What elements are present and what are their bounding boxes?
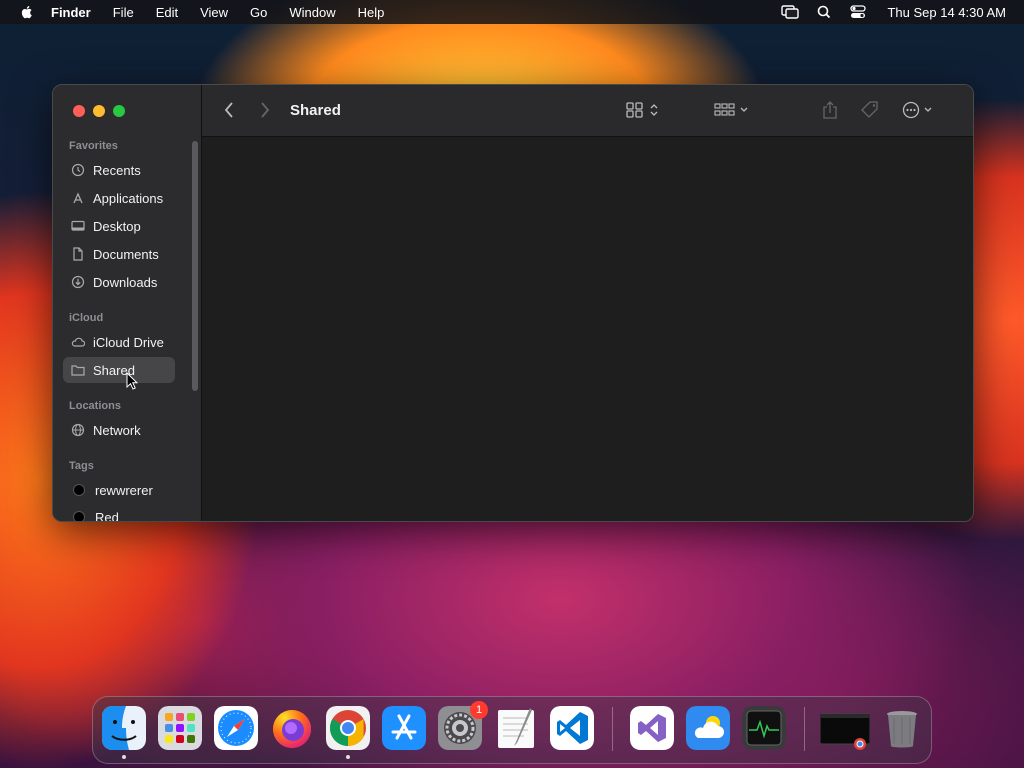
dock-textedit[interactable]	[494, 706, 538, 750]
document-icon	[73, 247, 83, 261]
download-icon	[71, 275, 85, 289]
menu-window[interactable]: Window	[289, 5, 335, 20]
sidebar-item-shared[interactable]: Shared	[63, 357, 175, 383]
cloud-icon	[71, 337, 85, 347]
sidebar-item-applications[interactable]: Applications	[63, 185, 175, 211]
desktop-icon	[71, 220, 85, 231]
sidebar-header-favorites: Favorites	[69, 140, 118, 152]
mouse-cursor-icon	[126, 372, 138, 390]
finder-window: Favorites Recents Applications Desktop D…	[52, 84, 974, 522]
sidebar-item-label: Recents	[93, 162, 141, 178]
activity-monitor-icon	[742, 706, 786, 750]
clock-icon	[71, 163, 85, 177]
sidebar-item-label: Desktop	[93, 218, 141, 234]
apple-logo-icon[interactable]	[19, 4, 35, 20]
sidebar-item-tag-rewwrerer[interactable]: rewwrerer	[63, 477, 175, 503]
menu-bar: Finder File Edit View Go Window Help Thu…	[0, 0, 1024, 24]
menu-help[interactable]: Help	[358, 5, 385, 20]
sidebar-item-label: Documents	[93, 246, 159, 262]
file-list-area[interactable]	[202, 137, 973, 521]
sidebar-item-label: Network	[93, 422, 141, 438]
spotlight-search-icon[interactable]	[815, 5, 833, 19]
sidebar: Favorites Recents Applications Desktop D…	[53, 85, 202, 521]
applications-icon	[73, 192, 83, 204]
sidebar-item-icloud-drive[interactable]: iCloud Drive	[63, 329, 175, 355]
menu-file[interactable]: File	[113, 5, 134, 20]
sidebar-item-downloads[interactable]: Downloads	[63, 269, 175, 295]
tag-color-dot	[73, 511, 85, 521]
chrome-icon	[326, 706, 370, 750]
view-mode-icon[interactable]	[626, 101, 662, 119]
sidebar-item-label: Applications	[93, 190, 164, 206]
back-chevron-icon[interactable]	[222, 101, 236, 119]
close-button[interactable]	[73, 105, 85, 117]
more-actions-icon[interactable]	[902, 101, 938, 119]
tag-icon[interactable]	[860, 100, 880, 120]
dock-safari[interactable]	[214, 706, 258, 750]
dock-firefox[interactable]	[270, 706, 314, 750]
notification-badge: 1	[470, 701, 488, 719]
sidebar-item-label: iCloud Drive	[93, 334, 164, 350]
dock-activity-monitor[interactable]	[742, 706, 786, 750]
group-by-icon[interactable]	[714, 101, 750, 119]
menu-view[interactable]: View	[200, 5, 228, 20]
finder-icon	[102, 706, 146, 750]
dock-visual-studio[interactable]	[630, 706, 674, 750]
shared-folder-icon	[71, 365, 85, 376]
sidebar-header-tags: Tags	[69, 460, 94, 472]
chrome-window-thumbnail-icon	[820, 713, 870, 750]
dock-separator	[612, 707, 613, 751]
dock-finder[interactable]	[102, 706, 146, 750]
menu-clock[interactable]: Thu Sep 14 4:30 AM	[887, 5, 1006, 20]
menu-go[interactable]: Go	[250, 5, 267, 20]
sidebar-item-recents[interactable]: Recents	[63, 157, 175, 183]
sidebar-header-icloud: iCloud	[69, 312, 104, 324]
sidebar-item-tag-red[interactable]: Red	[63, 504, 175, 522]
globe-icon	[71, 423, 85, 437]
sidebar-item-network[interactable]: Network	[63, 417, 175, 443]
dock-trash[interactable]	[880, 706, 924, 750]
toolbar: Shared	[202, 85, 973, 137]
menu-app-name[interactable]: Finder	[51, 5, 91, 20]
sidebar-scrollbar[interactable]	[192, 141, 198, 391]
window-controls	[73, 105, 133, 117]
sidebar-item-label: rewwrerer	[95, 482, 153, 498]
tag-color-dot	[73, 484, 85, 496]
sidebar-header-locations: Locations	[69, 400, 121, 412]
share-icon[interactable]	[822, 100, 838, 120]
vscode-icon	[550, 706, 594, 750]
dock-launchpad[interactable]	[158, 706, 202, 750]
minimize-button[interactable]	[93, 105, 105, 117]
sidebar-item-label: Red	[95, 509, 119, 522]
sidebar-item-desktop[interactable]: Desktop	[63, 213, 175, 239]
app-store-icon	[382, 706, 426, 750]
sidebar-item-label: Downloads	[93, 274, 158, 290]
trash-icon	[887, 711, 917, 748]
dock-weather[interactable]	[686, 706, 730, 750]
visual-studio-icon	[630, 706, 674, 750]
running-indicator	[346, 755, 350, 759]
dock-app-store[interactable]	[382, 706, 426, 750]
menu-edit[interactable]: Edit	[156, 5, 178, 20]
dock-minimized-chrome-window[interactable]	[820, 706, 870, 750]
safari-icon	[214, 706, 258, 750]
control-center-icon[interactable]	[849, 5, 867, 19]
running-indicator	[122, 755, 126, 759]
screen-mirroring-icon[interactable]	[781, 5, 800, 19]
dock-separator	[804, 707, 805, 751]
dock-chrome[interactable]	[326, 706, 370, 750]
dock: 1	[92, 696, 932, 764]
textedit-icon	[498, 708, 534, 748]
sidebar-item-documents[interactable]: Documents	[63, 241, 175, 267]
launchpad-icon	[158, 706, 202, 750]
forward-chevron-icon[interactable]	[258, 101, 272, 119]
firefox-icon	[273, 710, 311, 748]
window-title: Shared	[290, 102, 341, 119]
zoom-button[interactable]	[113, 105, 125, 117]
weather-icon	[686, 706, 730, 750]
dock-vscode[interactable]	[550, 706, 594, 750]
